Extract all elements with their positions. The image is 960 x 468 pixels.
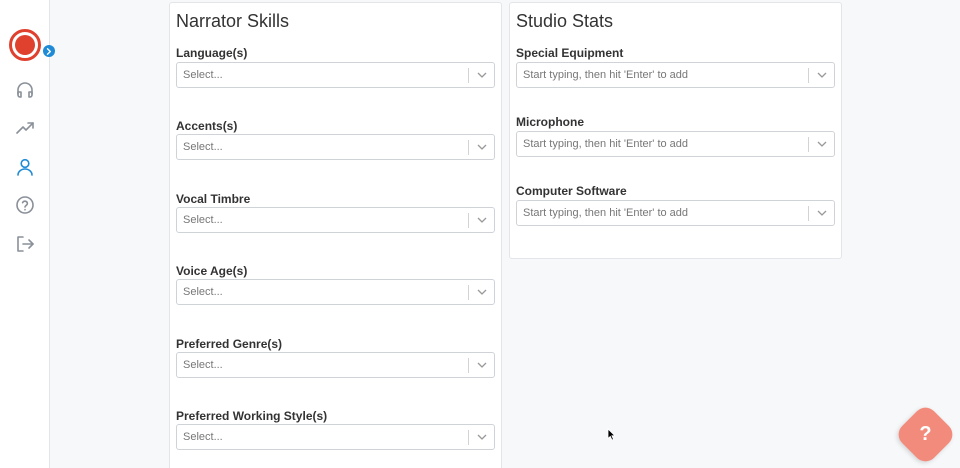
studio-stats-title: Studio Stats bbox=[516, 11, 614, 31]
preferred-genre-label: Preferred Genre(s) bbox=[176, 337, 283, 351]
chevron-down-icon[interactable] bbox=[477, 72, 487, 78]
chevron-down-icon[interactable] bbox=[477, 217, 487, 223]
select-separator bbox=[808, 68, 809, 83]
voice-age-placeholder: Select... bbox=[183, 286, 223, 298]
help-fab-label: ? bbox=[919, 423, 932, 445]
voice-age-label: Voice Age(s) bbox=[176, 264, 248, 278]
studio-stats-card: Studio Stats Special Equipment Start typ… bbox=[509, 2, 842, 259]
languages-select[interactable]: Select... bbox=[176, 62, 495, 88]
user-icon bbox=[17, 158, 33, 176]
microphone-label: Microphone bbox=[516, 115, 584, 129]
select-separator bbox=[468, 430, 469, 445]
narrator-skills-card: Narrator Skills Language(s) Select... Ac… bbox=[169, 2, 502, 468]
help-circle-icon bbox=[16, 196, 34, 214]
mouse-cursor-icon bbox=[607, 428, 616, 441]
sidebar-item-listen[interactable] bbox=[15, 80, 35, 100]
logout-icon bbox=[17, 236, 34, 252]
microphone-placeholder: Start typing, then hit 'Enter' to add bbox=[523, 138, 689, 150]
sidebar-item-logout[interactable] bbox=[15, 234, 35, 254]
accents-placeholder: Select... bbox=[183, 141, 223, 153]
special-equipment-input[interactable]: Start typing, then hit 'Enter' to add bbox=[516, 62, 835, 88]
chevron-down-icon[interactable] bbox=[477, 144, 487, 150]
select-separator bbox=[468, 140, 469, 155]
chevron-down-icon[interactable] bbox=[477, 289, 487, 295]
chevron-down-icon[interactable] bbox=[817, 141, 827, 147]
accents-label: Accents(s) bbox=[176, 119, 238, 133]
select-separator bbox=[468, 213, 469, 228]
sidebar bbox=[0, 0, 55, 468]
select-separator bbox=[808, 137, 809, 152]
select-separator bbox=[808, 206, 809, 221]
accents-select[interactable]: Select... bbox=[176, 134, 495, 160]
special-equipment-label: Special Equipment bbox=[516, 46, 624, 60]
vocal-timbre-label: Vocal Timbre bbox=[176, 192, 251, 206]
computer-software-placeholder: Start typing, then hit 'Enter' to add bbox=[523, 207, 689, 219]
app-root: Narrator Skills Language(s) Select... Ac… bbox=[0, 0, 960, 468]
computer-software-label: Computer Software bbox=[516, 184, 627, 198]
voice-age-select[interactable]: Select... bbox=[176, 279, 495, 305]
sidebar-item-stats[interactable] bbox=[15, 118, 35, 138]
narrator-skills-title: Narrator Skills bbox=[176, 11, 290, 31]
sidebar-item-help[interactable] bbox=[15, 195, 35, 215]
languages-label: Language(s) bbox=[176, 46, 248, 60]
working-style-label: Preferred Working Style(s) bbox=[176, 409, 328, 423]
chevron-down-icon[interactable] bbox=[817, 210, 827, 216]
sidebar-item-profile[interactable] bbox=[15, 157, 35, 177]
headphones-icon bbox=[17, 82, 33, 98]
select-separator bbox=[468, 68, 469, 83]
languages-placeholder: Select... bbox=[183, 69, 223, 81]
select-separator bbox=[468, 358, 469, 373]
computer-software-input[interactable]: Start typing, then hit 'Enter' to add bbox=[516, 200, 835, 226]
chevron-right-icon bbox=[46, 47, 51, 55]
chevron-down-icon[interactable] bbox=[817, 72, 827, 78]
working-style-placeholder: Select... bbox=[183, 431, 223, 443]
help-fab-button[interactable]: ? bbox=[893, 402, 958, 467]
special-equipment-placeholder: Start typing, then hit 'Enter' to add bbox=[523, 69, 689, 81]
microphone-input[interactable]: Start typing, then hit 'Enter' to add bbox=[516, 131, 835, 157]
sidebar-expand-button[interactable] bbox=[43, 45, 55, 57]
brand-logo[interactable] bbox=[9, 29, 41, 61]
vocal-timbre-select[interactable]: Select... bbox=[176, 207, 495, 233]
trending-up-icon bbox=[16, 122, 34, 134]
chevron-down-icon[interactable] bbox=[477, 434, 487, 440]
preferred-genre-select[interactable]: Select... bbox=[176, 352, 495, 378]
working-style-select[interactable]: Select... bbox=[176, 424, 495, 450]
chevron-down-icon[interactable] bbox=[477, 362, 487, 368]
vocal-timbre-placeholder: Select... bbox=[183, 214, 223, 226]
select-separator bbox=[468, 285, 469, 300]
preferred-genre-placeholder: Select... bbox=[183, 359, 223, 371]
